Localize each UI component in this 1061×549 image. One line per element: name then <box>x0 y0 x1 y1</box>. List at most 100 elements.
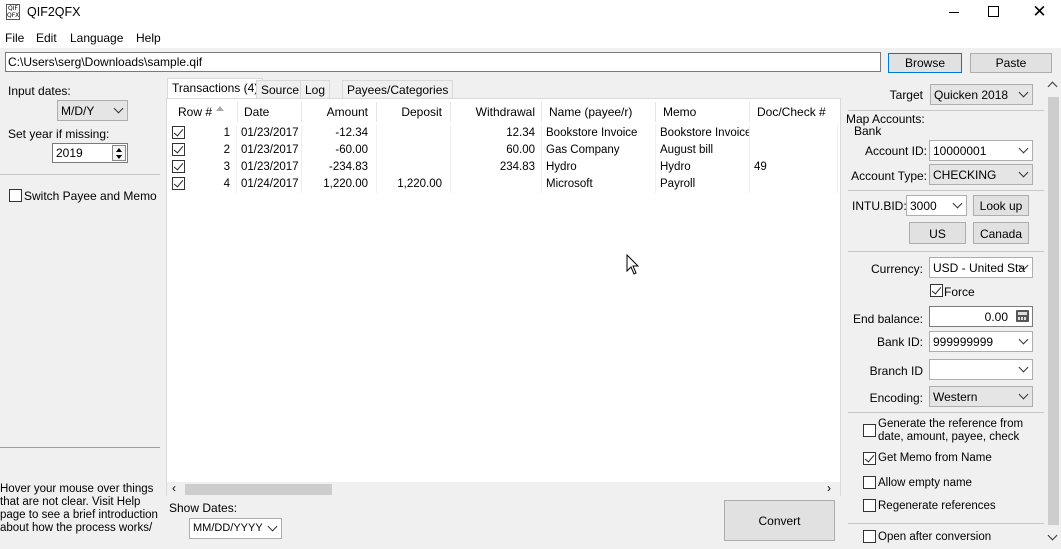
paste-button[interactable]: Paste <box>970 53 1052 73</box>
canada-button[interactable]: Canada <box>973 222 1029 244</box>
calculator-icon[interactable] <box>1016 310 1029 322</box>
scrollbar-thumb[interactable] <box>185 484 332 495</box>
table-row[interactable]: 3 01/23/2017 -234.83 234.83 Hydro Hydro … <box>167 159 840 176</box>
mouse-cursor-icon <box>626 254 640 275</box>
row-date: 01/23/2017 <box>238 125 302 142</box>
row-memo: Hydro <box>656 159 750 176</box>
col-header-row[interactable]: Row # <box>178 102 238 122</box>
account-id-select[interactable]: 10000001 <box>929 140 1033 161</box>
currency-value: USD - United Sta <box>933 261 1026 275</box>
chevron-down-icon <box>1018 87 1029 98</box>
row-withdrawal: 12.34 <box>451 125 542 142</box>
row-date: 01/24/2017 <box>238 176 302 193</box>
right-panel: Target Quicken 2018 Map Accounts: Bank A… <box>846 78 1046 549</box>
encoding-select[interactable]: Western <box>929 386 1033 407</box>
generate-ref-checkbox[interactable] <box>863 424 876 437</box>
input-dates-select[interactable]: M/D/Y <box>57 100 128 121</box>
intu-bid-select[interactable]: 3000 <box>906 195 967 216</box>
close-icon[interactable]: ✕ <box>1018 0 1061 26</box>
minimize-icon[interactable] <box>935 0 975 26</box>
account-type-select[interactable]: CHECKING <box>929 164 1033 185</box>
switch-payee-label: Switch Payee and Memo <box>24 189 157 203</box>
menu-edit[interactable]: Edit <box>36 31 57 45</box>
input-dates-label: Input dates: <box>8 84 71 98</box>
left-panel: Input dates: M/D/Y Set year if missing: … <box>0 78 160 549</box>
account-type-label: Account Type: <box>851 169 927 183</box>
file-path-input[interactable]: C:\Users\serg\Downloads\sample.qif <box>5 52 881 72</box>
col-header-withdrawal[interactable]: Withdrawal <box>451 102 542 122</box>
col-header-amount[interactable]: Amount <box>302 102 377 122</box>
get-memo-checkbox[interactable] <box>863 452 876 465</box>
switch-payee-checkbox[interactable] <box>9 189 22 202</box>
row-checkbox[interactable] <box>172 177 185 190</box>
horizontal-scrollbar[interactable]: ‹ › <box>167 481 840 497</box>
row-number: 4 <box>191 176 237 193</box>
maximize-icon[interactable] <box>974 0 1014 26</box>
vertical-scrollbar[interactable] <box>1046 78 1061 549</box>
row-checkbox[interactable] <box>172 143 185 156</box>
row-checkbox[interactable] <box>172 160 185 173</box>
scroll-up-icon[interactable] <box>1047 81 1058 92</box>
set-year-stepper[interactable]: 2019 <box>52 143 128 163</box>
table-row[interactable]: 4 01/24/2017 1,220.00 1,220.00 Microsoft… <box>167 176 840 193</box>
table-row[interactable]: 2 01/23/2017 -60.00 60.00 Gas Company Au… <box>167 142 840 159</box>
regenerate-label: Regenerate references <box>878 500 996 512</box>
menu-help[interactable]: Help <box>136 31 161 45</box>
menu-bar: File Edit Language Help <box>0 26 1061 48</box>
chevron-down-icon <box>1018 389 1029 400</box>
scroll-down-icon[interactable] <box>1047 530 1058 541</box>
chevron-down-icon <box>952 198 963 209</box>
end-balance-input[interactable]: 0.00 <box>929 306 1033 327</box>
open-after-checkbox[interactable] <box>863 530 876 543</box>
bank-id-select[interactable]: 999999999 <box>929 331 1033 352</box>
show-dates-select[interactable]: MM/DD/YYYY <box>189 518 282 539</box>
right-divider-1 <box>848 110 1044 111</box>
force-checkbox[interactable] <box>930 284 943 297</box>
allow-empty-checkbox[interactable] <box>863 476 876 489</box>
convert-button[interactable]: Convert <box>724 500 835 541</box>
right-divider-4 <box>848 412 1044 413</box>
vertical-scrollbar-thumb[interactable] <box>1048 97 1059 525</box>
app-icon: QIF QFX <box>6 4 20 20</box>
spin-buttons[interactable] <box>112 145 126 161</box>
row-doc <box>750 142 838 159</box>
right-divider-3 <box>848 251 1044 252</box>
row-withdrawal: 60.00 <box>451 142 542 159</box>
col-header-doc[interactable]: Doc/Check # <box>750 102 838 122</box>
encoding-value: Western <box>933 390 978 404</box>
col-header-date[interactable]: Date <box>238 102 302 122</box>
row-name: Bookstore Invoice <box>542 125 656 142</box>
sort-asc-icon <box>216 106 224 111</box>
row-doc <box>750 125 838 142</box>
target-select[interactable]: Quicken 2018 <box>930 84 1033 105</box>
regenerate-checkbox[interactable] <box>863 499 876 512</box>
target-label: Target <box>889 88 923 102</box>
tab-transactions[interactable]: Transactions (4) <box>167 78 264 98</box>
account-id-label: Account ID: <box>864 144 927 158</box>
currency-select[interactable]: USD - United Sta <box>929 257 1033 278</box>
row-date: 01/23/2017 <box>238 142 302 159</box>
scroll-right-icon[interactable]: › <box>827 481 831 495</box>
row-memo: Payroll <box>656 176 750 193</box>
col-header-deposit[interactable]: Deposit <box>377 102 451 122</box>
menu-language[interactable]: Language <box>70 31 123 45</box>
menu-file[interactable]: File <box>5 31 24 45</box>
col-header-name[interactable]: Name (payee/r) <box>542 102 656 122</box>
us-button[interactable]: US <box>909 222 966 244</box>
tab-log[interactable]: Log <box>300 80 331 99</box>
table-row[interactable]: 1 01/23/2017 -12.34 12.34 Bookstore Invo… <box>167 125 840 142</box>
chevron-down-icon <box>267 521 278 532</box>
col-header-memo[interactable]: Memo <box>656 102 750 122</box>
tab-payees-categories[interactable]: Payees/Categories <box>342 80 454 99</box>
lookup-button[interactable]: Look up <box>973 195 1029 216</box>
window-title: QIF2QFX <box>27 5 81 19</box>
browse-button[interactable]: Browse <box>888 53 962 73</box>
tab-source[interactable]: Source <box>256 80 305 99</box>
row-deposit <box>377 142 451 159</box>
row-withdrawal <box>451 176 542 193</box>
row-memo: Bookstore Invoice <box>656 125 750 142</box>
scroll-left-icon[interactable]: ‹ <box>172 481 176 495</box>
row-doc <box>750 176 838 193</box>
row-checkbox[interactable] <box>172 126 185 139</box>
branch-id-select[interactable] <box>929 359 1033 380</box>
